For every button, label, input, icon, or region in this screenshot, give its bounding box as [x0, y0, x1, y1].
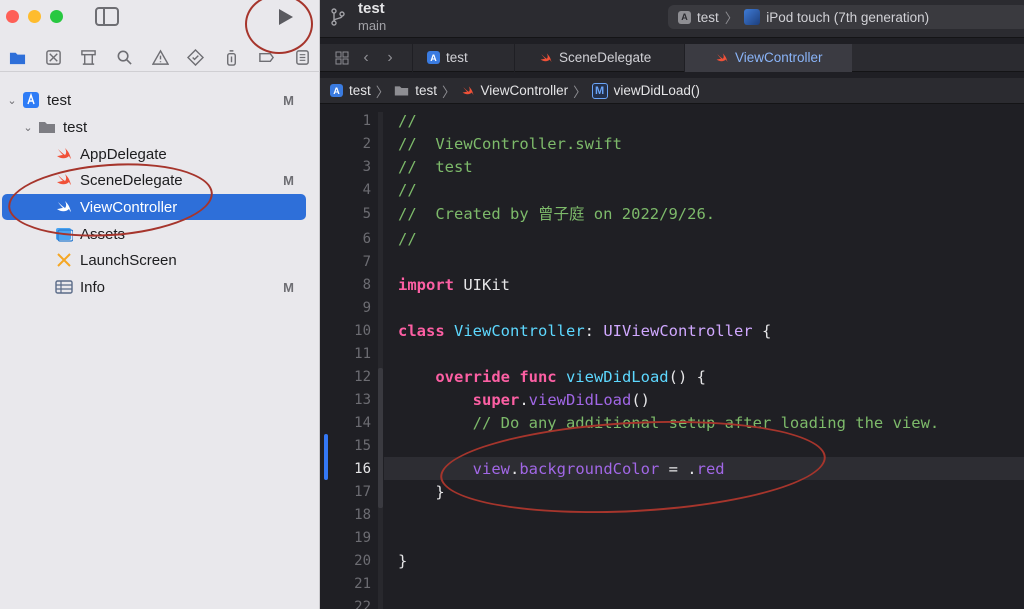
swift-icon: [461, 84, 475, 98]
issue-navigator-icon[interactable]: [142, 44, 178, 72]
chevron-right-icon: 〉: [724, 11, 739, 26]
tab-label: SceneDelegate: [559, 50, 652, 65]
tab-scenedelegate[interactable]: SceneDelegate: [514, 43, 684, 72]
report-navigator-icon[interactable]: [285, 44, 321, 72]
tree-item-label: test: [47, 91, 72, 109]
tree-item-label: Info: [80, 278, 106, 296]
close-window-button[interactable]: [6, 10, 19, 23]
app-target-icon: A: [678, 10, 691, 24]
breadcrumb-method[interactable]: viewDidLoad(): [614, 83, 700, 98]
breadcrumb-project[interactable]: test: [349, 83, 371, 98]
tab-label: test: [446, 50, 468, 65]
table-icon: [55, 278, 73, 296]
swift-icon: [539, 51, 553, 65]
jump-bar: A test 〉 test 〉 ViewController 〉 M viewD…: [320, 78, 1024, 104]
storyboard-icon: [55, 251, 73, 269]
scheme-target: test: [697, 9, 719, 25]
tree-item-label: LaunchScreen: [80, 251, 177, 269]
tree-item-label: SceneDelegate: [80, 171, 183, 189]
tab-viewcontroller[interactable]: ViewController: [684, 43, 852, 72]
breadcrumb-folder[interactable]: test: [415, 83, 437, 98]
tab-label: ViewController: [735, 50, 823, 65]
tree-item-launchscreen[interactable]: LaunchScreen: [0, 247, 320, 273]
tree-item-assets[interactable]: Assets: [0, 221, 320, 247]
toolbar: test main A test 〉 iPod touch (7th gener…: [320, 0, 1024, 38]
branch-icon: [330, 8, 346, 26]
zoom-window-button[interactable]: [50, 10, 63, 23]
folder-icon: [38, 118, 56, 136]
swift-icon: [55, 198, 73, 216]
window-titlebar: [0, 0, 320, 36]
swift-icon: [715, 51, 729, 65]
tree-item-info[interactable]: Info M: [0, 274, 320, 300]
back-icon[interactable]: ‹: [354, 44, 378, 72]
app-icon: A: [330, 84, 343, 97]
tree-item-label: AppDelegate: [80, 145, 167, 163]
chevron-right-icon: 〉: [573, 84, 587, 100]
test-navigator-icon[interactable]: [178, 44, 214, 72]
tree-item-appdelegate[interactable]: AppDelegate: [0, 141, 320, 167]
forward-icon[interactable]: ›: [378, 44, 402, 72]
method-icon: M: [591, 82, 608, 99]
find-navigator-icon[interactable]: [107, 44, 143, 72]
play-icon: [279, 9, 293, 25]
tab-test[interactable]: A test: [412, 43, 514, 72]
scheme-selector[interactable]: A test 〉 iPod touch (7th generation): [668, 5, 1024, 29]
tree-item-scenedelegate[interactable]: SceneDelegate M: [0, 167, 320, 193]
debug-navigator-icon[interactable]: [213, 44, 249, 72]
gutter-ribbon: [378, 112, 383, 609]
code-editor[interactable]: 1// 2// ViewController.swift 3// test 4/…: [320, 108, 1024, 609]
folder-navigator-icon[interactable]: [0, 44, 36, 72]
modified-badge: M: [283, 172, 294, 188]
run-button[interactable]: [272, 4, 298, 30]
tree-item-label: ViewController: [80, 198, 178, 216]
code-fold-ribbon[interactable]: [378, 368, 383, 508]
grid-icon[interactable]: [330, 44, 354, 72]
project-title: test: [358, 0, 385, 17]
branch-name: main: [358, 18, 387, 33]
chevron-right-icon: 〉: [375, 84, 390, 100]
project-navigator: ⌄ test M ⌄ test AppDelegate SceneDelegat…: [0, 0, 320, 609]
scheme-device: iPod touch (7th generation): [766, 9, 930, 25]
chevron-right-icon: 〉: [442, 84, 456, 100]
folder-icon: [394, 83, 409, 98]
breadcrumb-file[interactable]: ViewController: [481, 83, 569, 98]
app-icon: A: [427, 51, 440, 64]
tree-item-label: Assets: [80, 225, 126, 243]
swift-icon: [55, 145, 73, 163]
disclosure-open-icon[interactable]: ⌄: [22, 121, 34, 134]
tree-item-label: test: [63, 118, 88, 136]
minimize-window-button[interactable]: [28, 10, 41, 23]
editor-tab-bar: ‹ › A test SceneDelegate ViewController: [320, 43, 1024, 72]
navigator-selector-bar: [0, 44, 320, 72]
assets-icon: [55, 225, 73, 243]
modified-badge: M: [283, 92, 294, 108]
sidebar-toggle-icon[interactable]: [95, 7, 119, 26]
swift-icon: [55, 171, 73, 189]
tree-item-viewcontroller[interactable]: ViewController: [2, 194, 306, 220]
source-control-navigator-icon[interactable]: [36, 44, 72, 72]
symbol-navigator-icon[interactable]: [71, 44, 107, 72]
tree-item-project[interactable]: ⌄ test M: [0, 87, 320, 113]
breakpoint-navigator-icon[interactable]: [249, 44, 285, 72]
device-icon: [744, 9, 761, 25]
modified-badge: M: [283, 279, 294, 295]
tree-item-folder[interactable]: ⌄ test: [0, 114, 320, 140]
disclosure-open-icon[interactable]: ⌄: [6, 94, 18, 107]
xcode-project-icon: [22, 91, 40, 109]
